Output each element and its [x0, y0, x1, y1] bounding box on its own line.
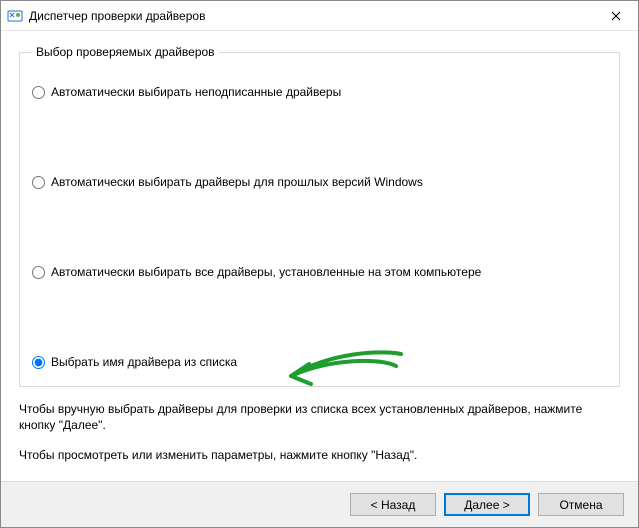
radio-old-windows-label[interactable]: Автоматически выбирать драйверы для прош…: [51, 175, 423, 189]
footer: < Назад Далее > Отмена: [1, 481, 638, 527]
group-legend: Выбор проверяемых драйверов: [32, 45, 219, 59]
dialog-window: Диспетчер проверки драйверов Выбор прове…: [0, 0, 639, 528]
app-icon: [7, 8, 23, 24]
close-icon: [611, 11, 621, 21]
cancel-button[interactable]: Отмена: [538, 493, 624, 516]
radio-unsigned-label[interactable]: Автоматически выбирать неподписанные дра…: [51, 85, 341, 99]
driver-selection-group: Выбор проверяемых драйверов Автоматическ…: [19, 45, 620, 387]
close-button[interactable]: [594, 1, 638, 31]
radio-all-installed-label[interactable]: Автоматически выбирать все драйверы, уст…: [51, 265, 481, 279]
window-title: Диспетчер проверки драйверов: [29, 9, 594, 23]
radio-unsigned[interactable]: [32, 86, 45, 99]
radio-row-unsigned[interactable]: Автоматически выбирать неподписанные дра…: [32, 85, 341, 99]
radio-old-windows[interactable]: [32, 176, 45, 189]
help-line-1: Чтобы вручную выбрать драйверы для прове…: [19, 401, 620, 433]
client-area: Выбор проверяемых драйверов Автоматическ…: [1, 31, 638, 527]
next-button[interactable]: Далее >: [444, 493, 530, 516]
titlebar: Диспетчер проверки драйверов: [1, 1, 638, 31]
radio-from-list[interactable]: [32, 356, 45, 369]
radio-all-installed[interactable]: [32, 266, 45, 279]
radio-row-old-windows[interactable]: Автоматически выбирать драйверы для прош…: [32, 175, 423, 189]
help-text: Чтобы вручную выбрать драйверы для прове…: [19, 401, 620, 464]
radio-row-from-list[interactable]: Выбрать имя драйвера из списка: [32, 355, 237, 369]
radio-from-list-label[interactable]: Выбрать имя драйвера из списка: [51, 355, 237, 369]
back-button[interactable]: < Назад: [350, 493, 436, 516]
radio-row-all-installed[interactable]: Автоматически выбирать все драйверы, уст…: [32, 265, 481, 279]
help-line-2: Чтобы просмотреть или изменить параметры…: [19, 447, 620, 463]
